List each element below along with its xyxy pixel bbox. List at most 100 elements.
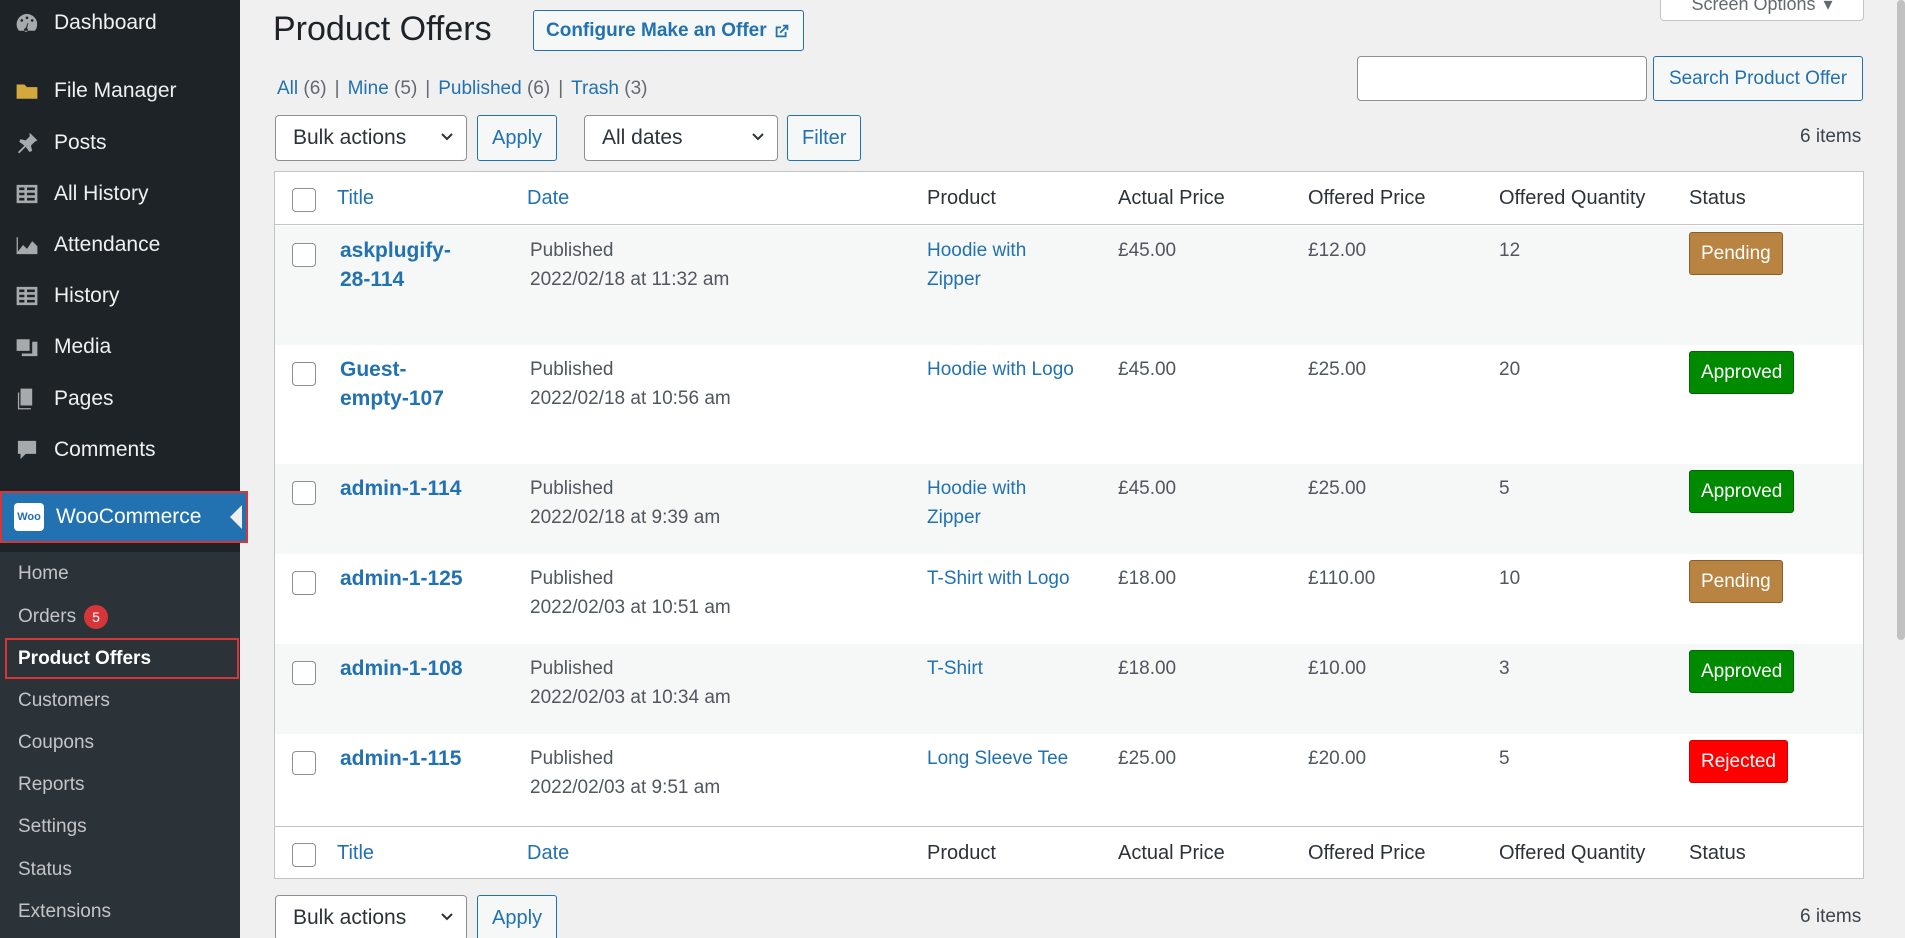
select-all-checkbox[interactable] bbox=[292, 188, 316, 212]
column-date[interactable]: Date bbox=[527, 842, 569, 865]
product-link[interactable]: Hoodie with Zipper bbox=[927, 474, 1026, 532]
table-row: askplugify- 28-114 Published 2022/02/18 at… bbox=[275, 226, 1863, 345]
actual-price: £18.00 bbox=[1118, 568, 1177, 589]
table-footer: Title Date Product Actual Price Offered … bbox=[275, 826, 1863, 879]
product-link[interactable]: T-Shirt bbox=[927, 654, 983, 683]
chart-area-icon bbox=[12, 230, 42, 260]
column-title[interactable]: Title bbox=[337, 187, 374, 210]
apply-button-bottom[interactable]: Apply bbox=[477, 895, 558, 938]
sidebar-item-comments[interactable]: Comments bbox=[0, 425, 240, 475]
sidebar-item-all-history[interactable]: All History bbox=[0, 169, 240, 219]
filter-published[interactable]: Published bbox=[438, 78, 521, 99]
offered-quantity: 12 bbox=[1499, 240, 1521, 261]
filter-trash[interactable]: Trash bbox=[571, 78, 619, 99]
row-checkbox[interactable] bbox=[292, 243, 316, 267]
chevron-down-icon bbox=[441, 133, 453, 141]
offer-title-link[interactable]: admin-1-108 bbox=[340, 654, 463, 683]
product-link[interactable]: Long Sleeve Tee bbox=[927, 744, 1068, 773]
row-checkbox[interactable] bbox=[292, 751, 316, 775]
product-link[interactable]: Hoodie with Logo bbox=[927, 355, 1074, 384]
current-item-highlight bbox=[5, 638, 239, 679]
offers-table: Title Date Product Actual Price Offered … bbox=[274, 171, 1864, 879]
date-filter-select[interactable]: All dates bbox=[584, 115, 778, 161]
offer-date: Published 2022/02/03 at 10:34 am bbox=[530, 658, 731, 708]
submenu-item-customers[interactable]: Customers bbox=[18, 690, 110, 712]
sidebar-item-woocommerce[interactable]: Woo WooCommerce bbox=[0, 491, 248, 543]
column-status: Status bbox=[1689, 187, 1746, 209]
status-badge: Rejected bbox=[1689, 740, 1788, 783]
offered-price: £110.00 bbox=[1308, 568, 1376, 589]
offer-title-link[interactable]: admin-1-115 bbox=[340, 744, 461, 773]
filter-mine[interactable]: Mine bbox=[348, 78, 389, 99]
offer-title-link[interactable]: admin-1-114 bbox=[340, 474, 461, 503]
status-filter-links: All (6) | Mine (5) | Published (6) | Trash (3) bbox=[277, 78, 648, 100]
row-checkbox[interactable] bbox=[292, 661, 316, 685]
table-row: admin-1-108 Published 2022/02/03 at 10:34… bbox=[275, 644, 1863, 734]
sidebar-item-label: File Manager bbox=[54, 79, 177, 102]
submenu-item-settings[interactable]: Settings bbox=[18, 816, 87, 838]
bulk-actions-select-bottom[interactable]: Bulk actions bbox=[275, 895, 467, 938]
screen-options-label: Screen Options bbox=[1691, 0, 1816, 14]
page-scrollbar[interactable] bbox=[1897, 0, 1905, 640]
row-checkbox[interactable] bbox=[292, 481, 316, 505]
row-checkbox[interactable] bbox=[292, 571, 316, 595]
chevron-down-icon bbox=[752, 133, 764, 141]
submenu-item-coupons[interactable]: Coupons bbox=[18, 732, 94, 754]
sidebar-item-attendance[interactable]: Attendance bbox=[0, 220, 240, 270]
offer-title-link[interactable]: Guest-empty-107 bbox=[340, 355, 444, 413]
column-status: Status bbox=[1689, 842, 1746, 864]
offered-quantity: 20 bbox=[1499, 359, 1521, 380]
table-header: Title Date Product Actual Price Offered … bbox=[275, 172, 1863, 225]
offer-date: Published 2022/02/03 at 9:51 am bbox=[530, 748, 721, 798]
woo-logo: Woo bbox=[14, 503, 44, 531]
chevron-down-icon bbox=[441, 913, 453, 921]
offer-title-link[interactable]: admin-1-125 bbox=[340, 564, 463, 593]
filter-trash-count: (3) bbox=[624, 78, 648, 99]
search-product-offer-button[interactable]: Search Product Offer bbox=[1653, 56, 1863, 101]
sidebar-item-media[interactable]: Media bbox=[0, 322, 240, 372]
sidebar-item-history[interactable]: History bbox=[0, 271, 240, 321]
screen-options-button[interactable]: Screen Options ▾ bbox=[1660, 0, 1864, 21]
sidebar-item-label: Comments bbox=[54, 438, 156, 461]
pin-icon bbox=[12, 128, 42, 158]
sidebar-item-label: Pages bbox=[54, 387, 114, 410]
product-link[interactable]: T-Shirt with Logo bbox=[927, 564, 1070, 593]
filter-button[interactable]: Filter bbox=[787, 115, 862, 161]
submenu-item-home[interactable]: Home bbox=[18, 563, 69, 585]
submenu-item-reports[interactable]: Reports bbox=[18, 774, 85, 796]
actual-price: £25.00 bbox=[1118, 748, 1177, 769]
woocommerce-icon: Woo bbox=[14, 502, 44, 532]
sidebar-item-label: Media bbox=[54, 335, 112, 358]
sidebar-item-label: WooCommerce bbox=[56, 505, 202, 528]
actual-price: £18.00 bbox=[1118, 658, 1177, 679]
submenu-item-extensions[interactable]: Extensions bbox=[18, 901, 111, 923]
sidebar-item-label: Attendance bbox=[54, 233, 161, 256]
sidebar-item-label: History bbox=[54, 284, 120, 307]
row-checkbox[interactable] bbox=[292, 362, 316, 386]
separator: | bbox=[425, 78, 431, 99]
column-offered-price: Offered Price bbox=[1308, 842, 1426, 864]
table-icon bbox=[12, 281, 42, 311]
submenu-item-orders[interactable]: Orders 5 bbox=[18, 605, 109, 629]
sidebar-item-posts[interactable]: Posts bbox=[0, 118, 240, 168]
submenu-item-status[interactable]: Status bbox=[18, 859, 72, 881]
sidebar-item-pages[interactable]: Pages bbox=[0, 374, 240, 424]
filter-all[interactable]: All bbox=[277, 78, 298, 99]
sidebar-item-file-manager[interactable]: File Manager bbox=[0, 66, 240, 116]
current-menu-arrow bbox=[230, 505, 242, 529]
column-title[interactable]: Title bbox=[337, 842, 374, 865]
status-badge: Approved bbox=[1689, 470, 1795, 513]
configure-make-offer-button[interactable]: Configure Make an Offer bbox=[533, 10, 804, 51]
actual-price: £45.00 bbox=[1118, 478, 1177, 499]
apply-button[interactable]: Apply bbox=[477, 115, 558, 161]
offer-title-link[interactable]: askplugify- 28-114 bbox=[340, 236, 451, 294]
sidebar-item-dashboard[interactable]: Dashboard bbox=[0, 0, 240, 48]
bulk-actions-select[interactable]: Bulk actions bbox=[275, 115, 467, 161]
product-link[interactable]: Hoodie with Zipper bbox=[927, 236, 1026, 294]
offered-quantity: 5 bbox=[1499, 748, 1510, 769]
separator: | bbox=[334, 78, 340, 99]
search-input[interactable] bbox=[1357, 56, 1647, 101]
offered-price: £25.00 bbox=[1308, 478, 1367, 499]
column-date[interactable]: Date bbox=[527, 187, 569, 210]
select-all-checkbox[interactable] bbox=[292, 843, 316, 867]
